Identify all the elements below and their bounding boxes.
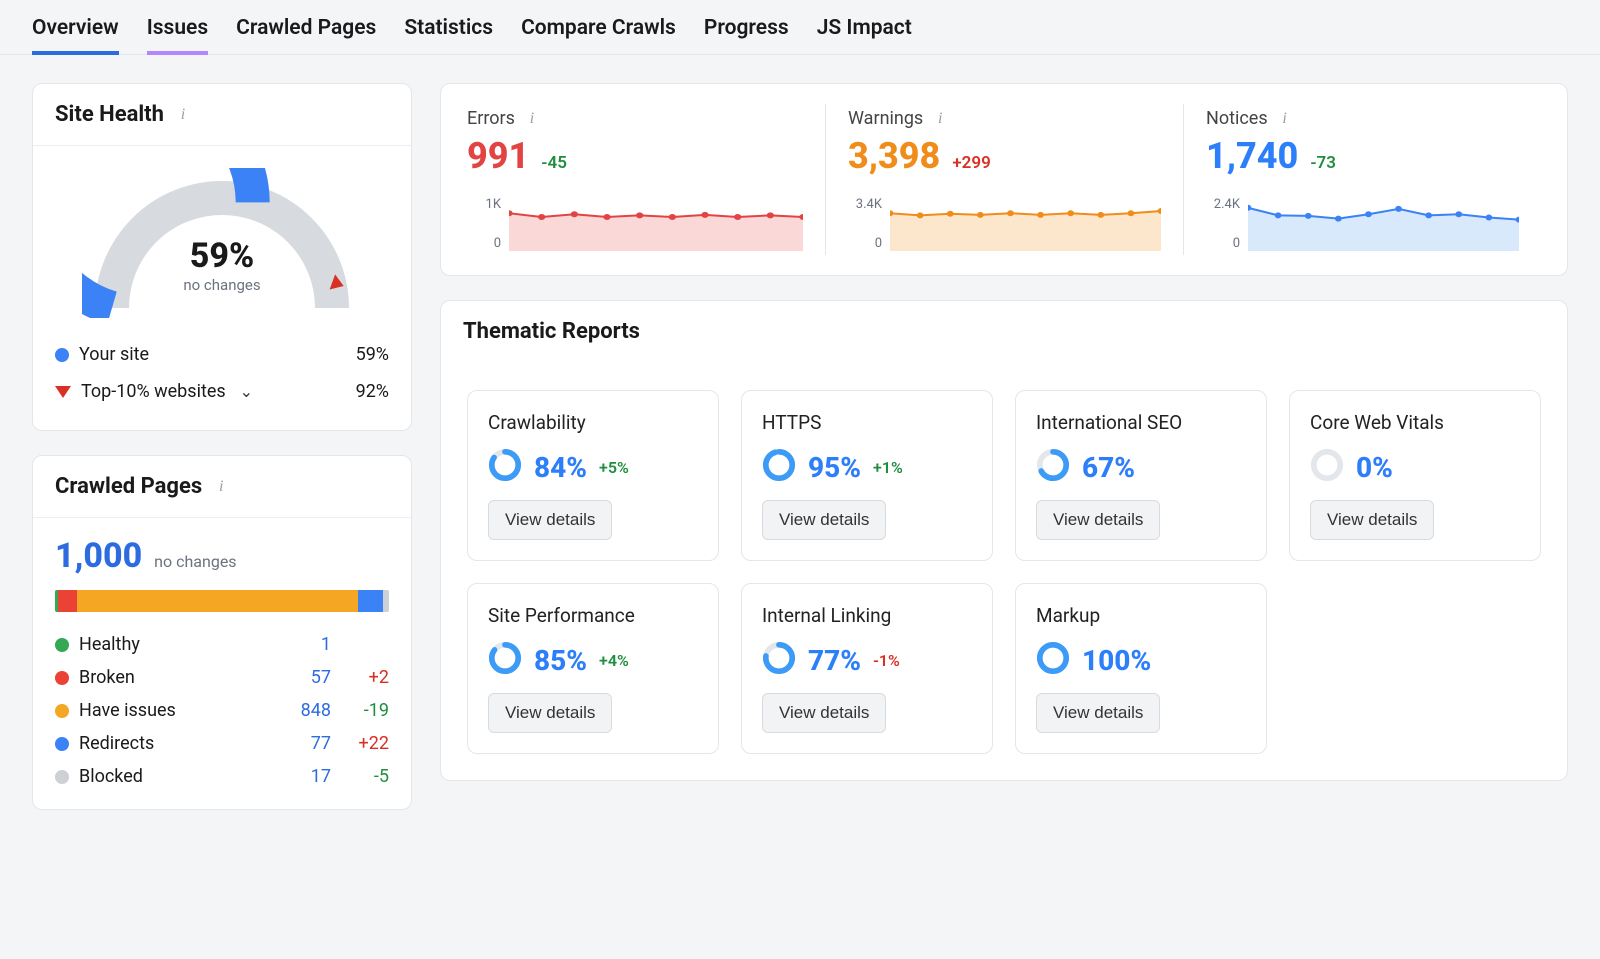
report-https: HTTPS 95% +1% View details <box>741 390 993 561</box>
status-row-have-issues[interactable]: Have issues 848 -19 <box>55 694 389 727</box>
report-international-seo: International SEO 67% View details <box>1015 390 1267 561</box>
metric-warnings[interactable]: Warnings i 3,398 +299 3.4K0 <box>825 104 1183 255</box>
tab-overview[interactable]: Overview <box>32 16 119 54</box>
crawled-stacked-bar <box>55 590 389 612</box>
dot-icon <box>55 704 69 718</box>
site-health-gauge: 59% no changes <box>82 168 362 318</box>
donut-icon <box>762 448 796 486</box>
info-icon[interactable]: i <box>931 110 949 128</box>
status-row-healthy[interactable]: Healthy 1 <box>55 628 389 661</box>
view-details-button[interactable]: View details <box>762 693 886 733</box>
metric-notices[interactable]: Notices i 1,740 -73 2.4K0 <box>1183 104 1541 255</box>
site-health-title: Site Health <box>55 102 164 127</box>
dot-icon <box>55 671 69 685</box>
view-details-button[interactable]: View details <box>1036 693 1160 733</box>
status-row-redirects[interactable]: Redirects 77 +22 <box>55 727 389 760</box>
info-icon[interactable]: i <box>212 478 230 496</box>
site-health-sub: no changes <box>82 276 362 294</box>
info-icon[interactable]: i <box>174 106 192 124</box>
legend-your-site: Your site 59% <box>55 336 389 373</box>
tab-js-impact[interactable]: JS Impact <box>817 16 912 54</box>
donut-icon <box>1036 448 1070 486</box>
report-site-performance: Site Performance 85% +4% View details <box>467 583 719 754</box>
site-health-pct: 59% <box>82 236 362 276</box>
legend-top10-dropdown[interactable]: Top-10% websites ⌄ 92% <box>55 373 389 410</box>
metrics-card: Errors i 991 -45 1K0 Warnings i 3,398 +2… <box>440 83 1568 276</box>
donut-icon <box>762 641 796 679</box>
bar-segment-redirects[interactable] <box>358 590 383 612</box>
status-row-blocked[interactable]: Blocked 17 -5 <box>55 760 389 793</box>
status-row-broken[interactable]: Broken 57 +2 <box>55 661 389 694</box>
info-icon[interactable]: i <box>1276 110 1294 128</box>
dot-icon <box>55 770 69 784</box>
report-internal-linking: Internal Linking 77% -1% View details <box>741 583 993 754</box>
tab-progress[interactable]: Progress <box>704 16 789 54</box>
bar-segment-blocked[interactable] <box>383 590 389 612</box>
dot-icon <box>55 348 69 362</box>
tab-crawled-pages[interactable]: Crawled Pages <box>236 16 376 54</box>
donut-icon <box>488 641 522 679</box>
view-details-button[interactable]: View details <box>488 500 612 540</box>
crawled-total[interactable]: 1,000 <box>55 536 142 576</box>
view-details-button[interactable]: View details <box>1310 500 1434 540</box>
thematic-title: Thematic Reports <box>463 319 640 344</box>
site-health-card: Site Health i 59% no changes <box>32 83 412 431</box>
chevron-down-icon: ⌄ <box>240 382 253 401</box>
dot-icon <box>55 638 69 652</box>
view-details-button[interactable]: View details <box>1036 500 1160 540</box>
dot-icon <box>55 737 69 751</box>
info-icon[interactable]: i <box>523 110 541 128</box>
triangle-down-icon <box>55 386 71 398</box>
metric-errors[interactable]: Errors i 991 -45 1K0 <box>467 104 825 255</box>
report-crawlability: Crawlability 84% +5% View details <box>467 390 719 561</box>
view-details-button[interactable]: View details <box>762 500 886 540</box>
tab-compare-crawls[interactable]: Compare Crawls <box>521 16 676 54</box>
report-markup: Markup 100% View details <box>1015 583 1267 754</box>
crawled-pages-card: Crawled Pages i 1,000 no changes Healthy… <box>32 455 412 810</box>
donut-icon <box>1310 448 1344 486</box>
crawled-pages-title: Crawled Pages <box>55 474 202 499</box>
donut-icon <box>1036 641 1070 679</box>
report-core-web-vitals: Core Web Vitals 0% View details <box>1289 390 1541 561</box>
tab-statistics[interactable]: Statistics <box>404 16 493 54</box>
bar-segment-broken[interactable] <box>58 590 77 612</box>
thematic-card: Thematic Reports Crawlability 84% +5% Vi… <box>440 300 1568 781</box>
tab-issues[interactable]: Issues <box>147 16 208 54</box>
crawled-sub: no changes <box>154 552 236 571</box>
tab-bar: Overview Issues Crawled Pages Statistics Com… <box>0 0 1600 55</box>
view-details-button[interactable]: View details <box>488 693 612 733</box>
donut-icon <box>488 448 522 486</box>
bar-segment-have_issues[interactable] <box>77 590 358 612</box>
